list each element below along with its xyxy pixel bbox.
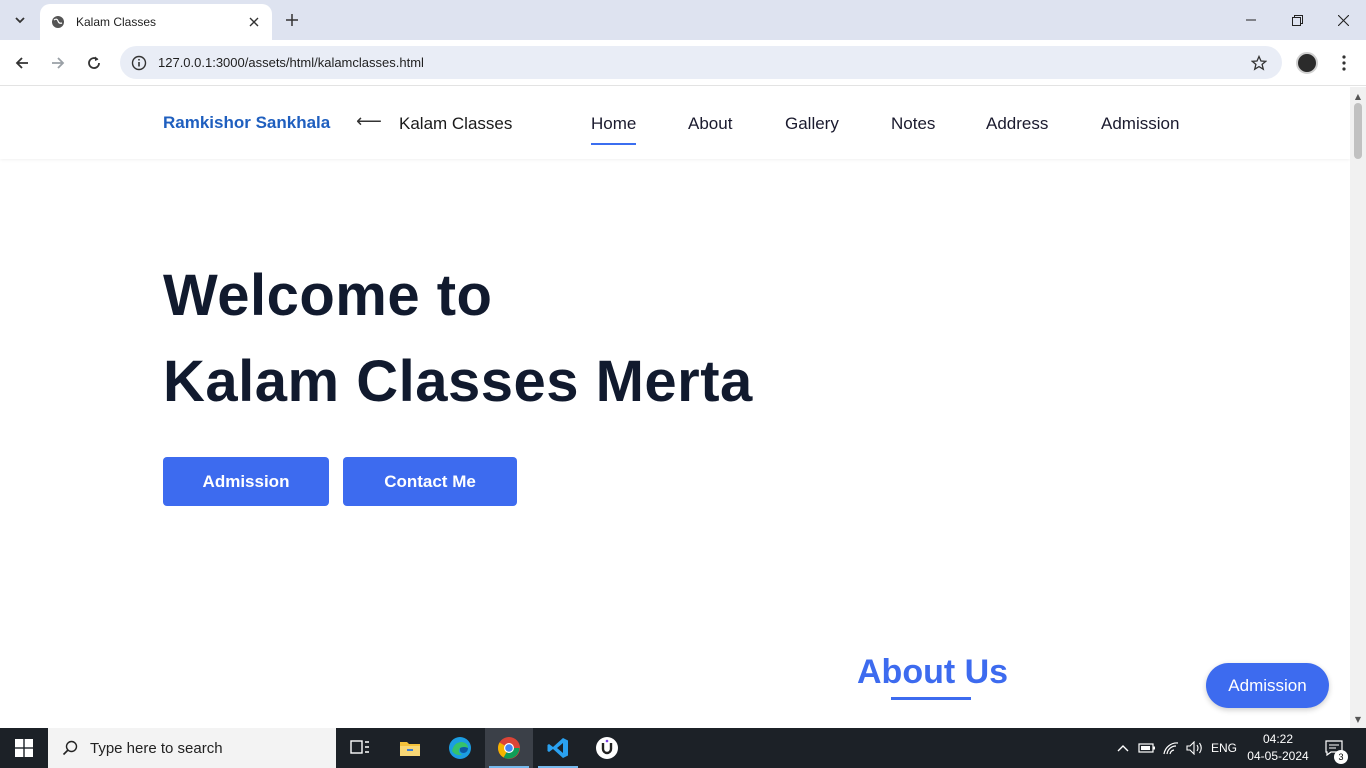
clock-date: 04-05-2024 (1247, 749, 1309, 763)
nav-notes[interactable]: Notes (891, 114, 935, 134)
unknown-app-icon[interactable] (583, 728, 631, 768)
more-menu-icon[interactable] (1334, 50, 1354, 76)
windows-start-icon[interactable] (0, 728, 48, 768)
notification-count-badge: 3 (1334, 750, 1348, 764)
language-indicator[interactable]: ENG (1208, 728, 1240, 768)
search-icon (62, 740, 78, 756)
page-viewport: Ramkishor Sankhala ⟵ Kalam Classes Home … (0, 87, 1350, 728)
contact-me-button[interactable]: Contact Me (343, 457, 517, 506)
tab-title: Kalam Classes (76, 15, 157, 29)
back-icon[interactable] (8, 49, 36, 77)
taskbar-search-box[interactable]: Type here to search (48, 728, 336, 768)
browser-tab[interactable]: Kalam Classes (40, 4, 272, 40)
profile-avatar[interactable] (1296, 52, 1318, 74)
scroll-up-icon[interactable]: ▲ (1350, 89, 1366, 103)
arrow-left-icon: ⟵ (356, 111, 382, 132)
nav-about[interactable]: About (688, 114, 732, 134)
nav-address[interactable]: Address (986, 114, 1048, 134)
vscode-icon[interactable] (534, 728, 582, 768)
address-bar[interactable]: 127.0.0.1:3000/assets/html/kalamclasses.… (120, 46, 1282, 79)
close-window-icon[interactable] (1320, 0, 1366, 40)
hero-line-2: Kalam Classes Merta (163, 349, 753, 414)
restore-icon[interactable] (1274, 0, 1320, 40)
show-hidden-icons-chevron-icon[interactable] (1112, 728, 1134, 768)
close-icon[interactable] (246, 14, 262, 30)
admission-button[interactable]: Admission (163, 457, 329, 506)
scroll-down-icon[interactable]: ▼ (1350, 712, 1366, 726)
windows-taskbar: Type here to search ENG 04:22 04-05-2024… (0, 728, 1366, 768)
chrome-browser-icon[interactable] (485, 728, 533, 768)
task-view-icon[interactable] (336, 728, 384, 768)
page-scrollbar[interactable]: ▲ ▼ (1350, 87, 1366, 728)
forward-icon[interactable] (44, 49, 72, 77)
plus-icon[interactable] (280, 8, 304, 32)
url-text[interactable]: 127.0.0.1:3000/assets/html/kalamclasses.… (158, 55, 1244, 70)
about-us-heading: About Us (857, 653, 1009, 691)
battery-icon[interactable] (1136, 728, 1158, 768)
search-placeholder: Type here to search (90, 739, 223, 757)
tab-search-icon[interactable] (8, 8, 32, 32)
bookmark-star-icon[interactable] (1244, 54, 1274, 71)
browser-tab-bar: Kalam Classes (0, 0, 1366, 40)
site-name[interactable]: Kalam Classes (399, 114, 512, 134)
brand-name[interactable]: Ramkishor Sankhala (163, 113, 330, 133)
wifi-icon[interactable] (1160, 728, 1182, 768)
edge-browser-icon[interactable] (436, 728, 484, 768)
site-header: Ramkishor Sankhala ⟵ Kalam Classes Home … (0, 87, 1350, 159)
minimize-icon[interactable] (1228, 0, 1274, 40)
about-us-underline (891, 697, 971, 700)
globe-icon (50, 14, 66, 30)
scroll-thumb[interactable] (1354, 103, 1362, 159)
site-info-icon[interactable] (122, 55, 156, 71)
file-explorer-icon[interactable] (386, 728, 434, 768)
nav-home[interactable]: Home (591, 114, 637, 145)
floating-admission-button[interactable]: Admission (1206, 663, 1329, 708)
system-clock[interactable]: 04:22 04-05-2024 (1240, 731, 1316, 765)
hero-title: Welcome to Kalam Classes Merta (163, 253, 753, 425)
hero-line-1: Welcome to (163, 263, 493, 328)
nav-gallery[interactable]: Gallery (785, 114, 839, 134)
volume-icon[interactable] (1184, 728, 1206, 768)
reload-icon[interactable] (80, 49, 108, 77)
clock-time: 04:22 (1262, 732, 1294, 746)
nav-admission[interactable]: Admission (1101, 114, 1179, 134)
browser-toolbar: 127.0.0.1:3000/assets/html/kalamclasses.… (0, 40, 1366, 86)
